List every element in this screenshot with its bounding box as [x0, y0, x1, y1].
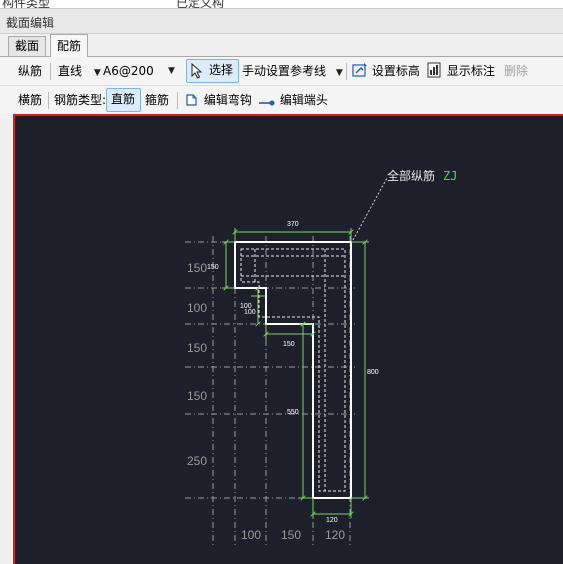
- grid-label-left: 100: [187, 301, 207, 315]
- show-annotation-button[interactable]: 显示标注: [427, 61, 495, 81]
- longitudinal-rebar-label: 纵筋: [18, 64, 43, 78]
- rebar-end-icon: [259, 100, 275, 106]
- section-drawing: 150 100 150 150 250 100 150 120 370 150 …: [185, 168, 457, 548]
- annotation-leader: [352, 177, 388, 241]
- defined-component-label: 已定义构: [176, 0, 225, 9]
- rebar-spec-dropdown[interactable]: A6@200 ▼: [103, 61, 181, 81]
- toolbar-separator: [177, 92, 178, 109]
- window-title: 截面编辑: [6, 16, 55, 30]
- rebar-guides: [241, 249, 345, 491]
- delete-button[interactable]: 删除: [504, 61, 528, 81]
- tab-section[interactable]: 截面: [8, 36, 47, 56]
- dim-label: 550: [287, 409, 299, 416]
- annotation-text: 全部纵筋: [387, 168, 435, 183]
- chevron-down-icon: ▼: [168, 66, 175, 76]
- edit-hook-button[interactable]: 编辑弯钩: [184, 90, 252, 110]
- left-panel-edge: [0, 114, 13, 564]
- annotation-code: ZJ: [443, 169, 457, 183]
- grid-label-left: 150: [187, 389, 207, 403]
- elevation-icon: [352, 63, 367, 77]
- section-outline[interactable]: [234, 241, 352, 499]
- grid-left-labels: 150 100 150 150 250: [187, 261, 207, 468]
- horizontal-rebar-label: 横筋: [18, 93, 43, 107]
- rebar-type-label: 钢筋类型:: [54, 93, 107, 107]
- straight-rebar-button[interactable]: 直筋: [106, 88, 141, 112]
- set-elevation-button[interactable]: 设置标高: [352, 61, 420, 81]
- dim-label: 120: [326, 517, 338, 524]
- dim-label: 370: [287, 221, 299, 228]
- component-type-label: 构件类型: [2, 0, 51, 9]
- window-titlebar: 截面编辑: [0, 9, 563, 34]
- dim-label: 100: [244, 309, 256, 316]
- edit-end-button[interactable]: 编辑端头: [258, 90, 328, 110]
- drawing-canvas[interactable]: 150 100 150 150 250 100 150 120 370 150 …: [13, 114, 563, 564]
- top-strip: 构件类型 已定义构: [0, 0, 563, 9]
- toolbar-longitudinal: 纵筋 直线 ▼ A6@200 ▼ 选择 手动设置参考线 ▼ 设置标高 显示标注: [0, 57, 563, 86]
- dimension-labels: 370 150 100 100 150 550 800 120: [207, 221, 379, 524]
- stirrup-button[interactable]: 箍筋: [145, 90, 169, 110]
- grid-bottom-labels: 100 150 120: [241, 528, 345, 542]
- rebar-path[interactable]: [240, 248, 346, 492]
- select-button[interactable]: 选择: [186, 59, 239, 83]
- dim-label: 150: [283, 341, 295, 348]
- toolbar-separator: [346, 63, 347, 80]
- chevron-down-icon: ▼: [93, 68, 101, 78]
- annotation-icon: [427, 62, 441, 78]
- toolbar-separator: [48, 92, 49, 109]
- chevron-down-icon: ▼: [335, 68, 343, 78]
- grid-label-left: 150: [187, 261, 207, 275]
- toolbar-separator: [50, 63, 51, 80]
- dim-label: 150: [207, 264, 219, 271]
- grid-label-left: 150: [187, 341, 207, 355]
- dim-label: 800: [367, 369, 379, 376]
- toolbar-horizontal: 横筋 钢筋类型: 直筋 箍筋 编辑弯钩 编辑端头: [0, 86, 563, 115]
- grid-label-bottom: 120: [325, 528, 345, 542]
- grid-label-bottom: 100: [241, 528, 261, 542]
- grid-label-left: 250: [187, 454, 207, 468]
- cursor-arrow-icon: [191, 63, 203, 79]
- manual-reference-line-dropdown[interactable]: 手动设置参考线 ▼: [242, 61, 343, 81]
- grid-label-bottom: 150: [281, 528, 301, 542]
- tab-bar: 截面 配筋: [0, 34, 563, 57]
- dimension-lines: [222, 228, 369, 518]
- hook-icon: [186, 94, 197, 106]
- tab-reinforcement[interactable]: 配筋: [50, 34, 89, 57]
- reference-grid: [185, 236, 355, 548]
- line-type-dropdown[interactable]: 直线 ▼: [58, 61, 101, 81]
